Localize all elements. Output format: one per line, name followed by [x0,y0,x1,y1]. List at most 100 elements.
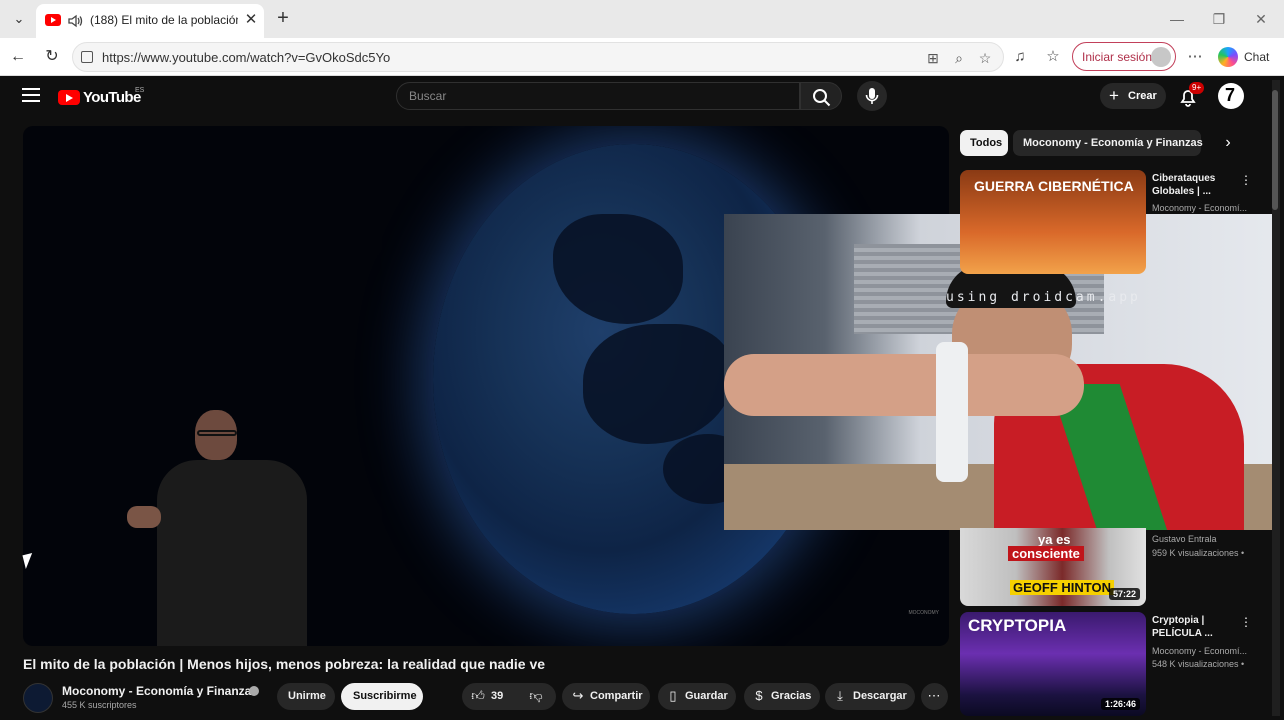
minimize-icon[interactable]: — [1166,8,1188,30]
more-vertical-icon[interactable]: ⋮ [1240,172,1252,188]
search-icon [813,89,831,107]
verified-check-icon [249,686,259,696]
account-avatar[interactable] [1218,83,1244,109]
recommendation-channel[interactable]: Moconomy - Economí... [1152,646,1250,656]
channel-avatar[interactable] [23,683,53,713]
thumbnail-text-1: ya es [1038,532,1071,547]
copilot-icon [1218,47,1238,67]
youtube-favicon-icon [45,14,61,26]
back-arrow-icon[interactable]: ← [7,46,29,68]
share-arrow-icon: ↪ [572,688,584,703]
tab-title: (188) El mito de la población [90,13,238,27]
droidcam-overlay-text: using droidcam.app [946,290,1141,305]
tab-list-chevron-icon[interactable]: ⌄ [8,9,30,29]
page-scrollbar[interactable] [1272,80,1280,716]
youtube-country-code: ES [135,87,145,94]
url-text: https://www.youtube.com/watch?v=GvOkoSdc… [102,50,391,65]
recommendation-channel[interactable]: Gustavo Entrala [1152,534,1250,544]
search-input[interactable]: Buscar [396,82,800,110]
thumbs-up-icon[interactable]: 👍︎ [470,688,486,704]
youtube-page: YouTube ES Buscar + Crear 9+ 7 MOCONOMY … [4,76,1280,720]
youtube-logo-text: YouTube [83,89,141,106]
more-options-icon[interactable]: ⋯ [1184,46,1206,68]
chip-label: Todos [970,137,1003,149]
thumbnail-text-2: consciente [1008,546,1084,561]
recommendation-item[interactable]: GUERRA CIBERNÉTICA Ciberataques Globales… [960,170,1280,274]
address-bar[interactable]: https://www.youtube.com/watch?v=GvOkoSdc… [72,42,1004,72]
site-info-icon[interactable] [81,51,93,63]
more-horizontal-icon: ⋯ [927,688,941,703]
zoom-icon[interactable]: ⌕ [949,48,969,68]
recommendation-thumbnail[interactable]: GUERRA CIBERNÉTICA [960,170,1146,274]
chat-label: Chat [1244,50,1270,64]
create-button[interactable]: + Crear [1100,83,1166,109]
download-button[interactable]: ⤓ Descargar [825,683,915,710]
super-thanks-icon: $ [755,688,763,703]
channel-name[interactable]: Moconomy - Economía y Finanzas [62,684,258,698]
refresh-icon[interactable]: ↻ [41,46,63,68]
favorites-icon[interactable]: ☆ [1042,46,1064,68]
thanks-button[interactable]: $ Gracias [744,683,820,710]
more-vertical-icon[interactable]: ⋮ [1240,614,1252,630]
scrollbar-thumb[interactable] [1272,90,1278,210]
thumbnail-text-3: GEOFF HINTON [1010,580,1114,595]
subscribe-button[interactable]: Suscribirme [341,683,423,710]
save-label: Guardar [685,690,728,702]
search-placeholder: Buscar [409,89,447,103]
video-watermark: MOCONOMY [908,610,939,616]
chip-channel[interactable]: Moconomy - Economía y Finanzas [1013,130,1203,156]
close-window-icon[interactable]: ✕ [1250,8,1272,30]
like-count[interactable]: 39 [491,690,503,702]
chevron-right-icon[interactable]: › [1218,133,1238,153]
recommendation-thumbnail[interactable]: ya es consciente GEOFF HINTON 57:22 [960,528,1146,606]
subscribe-label: Suscribirme [353,690,417,702]
video-duration: 57:22 [1108,588,1140,600]
voice-search-button[interactable] [857,81,887,111]
restore-icon[interactable]: ❐ [1208,8,1230,30]
browser-tab-youtube[interactable]: (188) El mito de la población ✕ [36,4,264,38]
download-label: Descargar [853,690,907,702]
more-actions-button[interactable]: ⋯ [921,683,948,710]
thumbnail-text: GUERRA CIBERNÉTICA [974,178,1134,194]
save-button[interactable]: ▯ Guardar [658,683,736,710]
create-label: Crear [1128,90,1157,102]
new-tab-plus-icon[interactable]: + [272,8,294,30]
share-label: Compartir [590,690,643,702]
thanks-label: Gracias [771,690,812,702]
video-title: El mito de la población | Menos hijos, m… [23,656,546,672]
plus-icon: + [1109,86,1119,105]
recommendation-title[interactable]: Cryptopia | PELÍCULA ... [1152,614,1248,640]
share-button[interactable]: ↪ Compartir [562,683,650,710]
join-button[interactable]: Unirme [277,683,335,710]
browser-tab-bar: ⌄ (188) El mito de la población ✕ + — ❐ … [0,0,1284,38]
video-duration: 1:26:46 [1100,698,1140,710]
microphone-icon [865,88,879,104]
youtube-logo-icon [58,90,80,105]
download-icon: ⤓ [837,688,843,703]
favorite-star-icon[interactable]: ☆ [975,48,995,68]
bookmark-icon: ▯ [669,688,677,703]
sign-language-interpreter [123,404,313,646]
youtube-logo[interactable]: YouTube ES [58,87,148,109]
thumbs-down-icon[interactable]: 👎︎ [528,688,544,704]
copilot-chat-button[interactable]: Chat [1216,43,1276,71]
speaker-icon[interactable] [66,12,84,30]
app-available-icon[interactable]: ⊞ [923,48,943,68]
browser-toolbar: ← ↻ https://www.youtube.com/watch?v=GvOk… [0,38,1284,76]
recommendation-title[interactable]: Ciberataques Globales | ... [1152,172,1248,198]
close-tab-icon[interactable]: ✕ [242,11,260,29]
search-button[interactable] [800,82,842,110]
sign-in-button[interactable]: Iniciar sesión [1072,42,1176,71]
subscriber-count: 455 K suscriptores [62,700,137,710]
recommendation-item[interactable]: CRYPTOPIA 1:26:46 Cryptopia | PELÍCULA .… [960,612,1280,716]
chip-all[interactable]: Todos [960,130,1008,156]
join-label: Unirme [288,690,326,702]
media-control-icon[interactable]: ♫ [1009,46,1031,68]
chip-label: Moconomy - Economía y Finanzas [1023,137,1203,149]
recommendation-thumbnail[interactable]: CRYPTOPIA 1:26:46 [960,612,1146,716]
menu-icon[interactable] [22,88,40,104]
like-dislike-group: 👍︎ 39 👎︎ [462,683,556,710]
thumbnail-text: CRYPTOPIA [968,616,1067,635]
recommendation-channel[interactable]: Moconomy - Economí... [1152,203,1250,213]
screen: ⌄ (188) El mito de la población ✕ + — ❐ … [0,0,1284,720]
